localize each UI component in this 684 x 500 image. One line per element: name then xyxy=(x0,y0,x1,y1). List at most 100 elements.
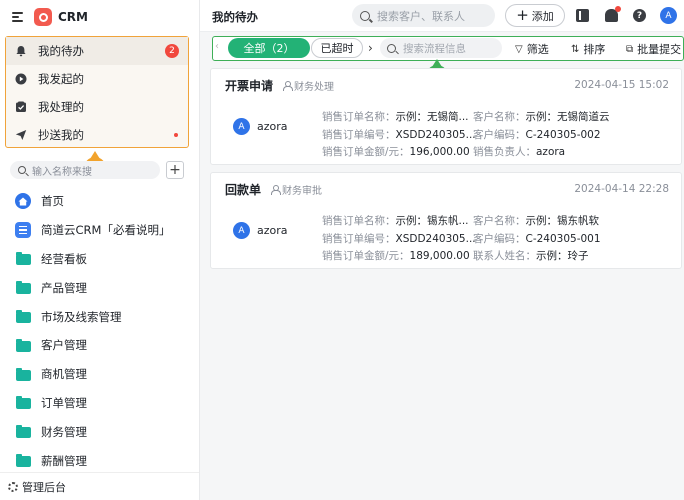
sidebar-item-initiated[interactable]: 我发起的 xyxy=(6,65,188,93)
checkbox-icon xyxy=(15,101,27,113)
add-button[interactable]: + 添加 xyxy=(505,4,565,27)
sidebar-item-handled[interactable]: 我处理的 xyxy=(6,93,188,121)
card-category: 财务审批 xyxy=(271,182,322,197)
sidebar-item-label: 产品管理 xyxy=(41,280,87,295)
gear-icon xyxy=(8,481,18,492)
folder-icon xyxy=(15,309,31,325)
admin-console-link[interactable]: 管理后台 xyxy=(0,472,199,500)
batch-submit-button[interactable]: ⧉ 批量提交 xyxy=(626,41,681,57)
funnel-icon: ▽ xyxy=(515,43,523,55)
sidebar-item-payroll[interactable]: 薪酬管理 xyxy=(0,446,199,475)
user-icon xyxy=(283,80,294,91)
card-title: 回款单 xyxy=(225,182,262,197)
card-category: 财务处理 xyxy=(283,78,334,93)
card-category-label: 财务处理 xyxy=(294,81,335,93)
count-badge: 2 xyxy=(165,44,179,58)
sidebar-item-finance[interactable]: 财务管理 xyxy=(0,417,199,446)
card-user: azora xyxy=(257,120,288,133)
send-icon xyxy=(15,129,27,141)
scroll-right-icon[interactable]: › xyxy=(368,41,373,55)
bell-icon xyxy=(15,45,27,57)
global-search-placeholder: 搜索客户、联系人 xyxy=(377,9,465,23)
filter-bar: ‹ 全部（2） 已超时 › 搜索流程信息 ▽ 筛选 ⇅ 排序 ⧉ 批量提交 xyxy=(212,36,684,61)
field-customer-code: 客户编码：C-240305-002 xyxy=(473,129,601,141)
field-order-amount: 销售订单金额/元：189,000.00 xyxy=(322,250,470,262)
app-title: CRM xyxy=(58,10,88,24)
search-icon xyxy=(360,10,370,21)
sidebar-item-cc[interactable]: 抄送我的 xyxy=(6,121,188,149)
task-card[interactable]: 开票申请 财务处理 2024-04-15 15:02 A azora 销售订单名… xyxy=(210,68,682,165)
search-icon xyxy=(18,166,26,174)
folder-icon xyxy=(15,280,31,296)
sidebar-header: CRM xyxy=(0,0,199,34)
sidebar-item-label: 财务管理 xyxy=(41,424,87,439)
avatar: A xyxy=(233,118,250,135)
sidebar-item-label: 我的待办 xyxy=(38,44,84,58)
user-avatar[interactable]: A xyxy=(660,7,677,24)
field-order-number: 销售订单编号：XSDD240305... xyxy=(322,129,476,141)
sidebar-search-input[interactable]: 输入名称来搜 xyxy=(10,161,160,179)
card-body: A azora 销售订单名称：示例：无锡简... 客户名称：示例：无锡简道云 销… xyxy=(211,101,681,163)
sidebar-item-products[interactable]: 产品管理 xyxy=(0,273,199,302)
notification-bell-icon[interactable] xyxy=(605,6,621,22)
sidebar-item-label: 我处理的 xyxy=(38,100,84,114)
sort-button[interactable]: ⇅ 排序 xyxy=(571,41,605,57)
copy-icon: ⧉ xyxy=(626,43,634,55)
home-icon xyxy=(15,193,31,210)
admin-console-label: 管理后台 xyxy=(22,480,66,494)
sidebar-item-label: 薪酬管理 xyxy=(41,453,87,468)
tab-overdue[interactable]: 已超时 xyxy=(311,38,363,58)
field-order-name: 销售订单名称：示例：无锡简... xyxy=(322,111,469,123)
sidebar-item-opportunities[interactable]: 商机管理 xyxy=(0,360,199,389)
field-order-name: 销售订单名称：示例：锡东帆... xyxy=(322,215,469,227)
sidebar-item-label: 客户管理 xyxy=(41,338,87,353)
folder-icon xyxy=(15,424,31,440)
task-card[interactable]: 回款单 财务审批 2024-04-14 22:28 A azora 销售订单名称… xyxy=(210,172,682,269)
folder-icon xyxy=(15,366,31,382)
sidebar-search-placeholder: 输入名称来搜 xyxy=(32,166,92,178)
sidebar-item-label: 我发起的 xyxy=(38,72,84,86)
card-category-label: 财务审批 xyxy=(282,185,323,197)
global-search-input[interactable]: 搜索客户、联系人 xyxy=(352,4,495,27)
sidebar-item-my-todo[interactable]: 我的待办 2 xyxy=(6,37,188,65)
folder-icon xyxy=(15,453,31,469)
field-customer-name: 客户名称：示例：锡东帆软 xyxy=(473,215,599,227)
play-circle-icon xyxy=(15,73,27,85)
filter-button[interactable]: ▽ 筛选 xyxy=(515,41,549,57)
add-button-label: 添加 xyxy=(531,9,554,23)
tab-all[interactable]: 全部（2） xyxy=(228,38,310,58)
sidebar-item-guide[interactable]: 简道云CRM「必看说明」 xyxy=(0,216,199,245)
menu-icon[interactable] xyxy=(12,12,24,22)
sidebar-item-label: 经营看板 xyxy=(41,251,87,266)
folder-icon xyxy=(15,251,31,267)
sidebar-item-customers[interactable]: 客户管理 xyxy=(0,331,199,360)
card-header: 开票申请 财务处理 2024-04-15 15:02 xyxy=(211,69,681,101)
search-icon xyxy=(387,43,396,53)
sidebar-item-label: 订单管理 xyxy=(41,395,87,410)
process-search-input[interactable]: 搜索流程信息 xyxy=(380,38,502,58)
sidebar-toggle-icon[interactable] xyxy=(576,9,589,22)
sidebar-item-orders[interactable]: 订单管理 xyxy=(0,389,199,418)
card-date: 2024-04-14 22:28 xyxy=(574,183,669,195)
help-icon[interactable]: ? xyxy=(633,9,646,22)
sidebar-nav: 首页 简道云CRM「必看说明」 经营看板 产品管理 市场及线索管理 客户管理 商… xyxy=(0,187,199,475)
folder-icon xyxy=(15,337,31,353)
sidebar-add-button[interactable]: + xyxy=(166,161,184,179)
batch-submit-label: 批量提交 xyxy=(637,43,682,56)
card-date: 2024-04-15 15:02 xyxy=(574,79,669,91)
field-order-amount: 销售订单金额/元：196,000.00 xyxy=(322,146,470,158)
card-user: azora xyxy=(257,224,288,237)
sidebar: CRM 我的待办 2 我发起的 我处理的 抄送我的 输入名称来搜 + 首页 简道… xyxy=(0,0,200,500)
task-menu-group: 我的待办 2 我发起的 我处理的 抄送我的 xyxy=(5,36,189,148)
field-customer-code: 客户编码：C-240305-001 xyxy=(473,233,601,245)
sort-icon: ⇅ xyxy=(571,43,580,55)
scroll-left-icon[interactable]: ‹ xyxy=(215,41,219,52)
sidebar-item-label: 首页 xyxy=(41,194,64,209)
sidebar-item-dashboard[interactable]: 经营看板 xyxy=(0,245,199,274)
top-bar: 我的待办 搜索客户、联系人 + 添加 ? A xyxy=(200,0,684,32)
sidebar-item-home[interactable]: 首页 xyxy=(0,187,199,216)
sidebar-item-label: 市场及线索管理 xyxy=(41,309,122,324)
sidebar-item-marketing[interactable]: 市场及线索管理 xyxy=(0,302,199,331)
process-search-placeholder: 搜索流程信息 xyxy=(403,42,466,55)
unread-dot xyxy=(174,133,178,137)
